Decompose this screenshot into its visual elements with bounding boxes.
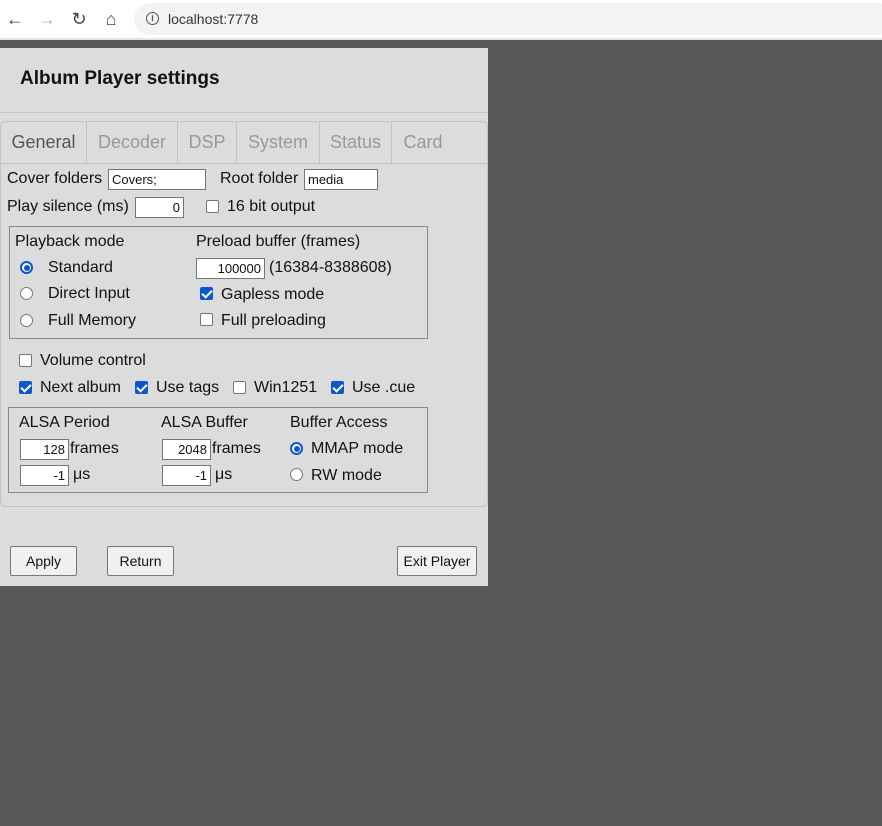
tab-dsp[interactable]: DSP [178, 122, 237, 163]
cover-folders-label: Cover folders [7, 170, 103, 187]
preload-buffer-label: Preload buffer (frames) [196, 233, 361, 250]
alsa-period-us-input[interactable] [20, 465, 69, 486]
play-silence-label: Play silence (ms) [7, 198, 129, 215]
radio-direct-input[interactable] [20, 287, 33, 300]
exit-player-button[interactable]: Exit Player [397, 546, 477, 576]
tab-decoder[interactable]: Decoder [87, 122, 178, 163]
playback-mode-label: Playback mode [15, 233, 125, 250]
rw-mode-label: RW mode [311, 467, 382, 484]
tab-general[interactable]: General [1, 122, 87, 163]
cover-folders-input[interactable] [108, 169, 206, 190]
address-bar[interactable]: i localhost:7778 [134, 3, 882, 35]
preload-range-label: (16384-8388608) [269, 259, 392, 276]
alsa-buffer-frames-input[interactable] [162, 439, 211, 460]
root-folder-label: Root folder [220, 170, 299, 187]
next-album-label: Next album [40, 379, 121, 396]
play-silence-input[interactable] [135, 197, 184, 218]
page-title: Album Player settings [20, 68, 220, 89]
full-preloading-label: Full preloading [221, 312, 326, 329]
alsa-period-frames-input[interactable] [20, 439, 69, 460]
reload-icon[interactable]: ↻ [67, 7, 91, 31]
tab-system[interactable]: System [237, 122, 320, 163]
forward-arrow-icon[interactable]: → [35, 7, 59, 31]
url-text: localhost:7778 [168, 11, 259, 27]
bit16-checkbox[interactable] [206, 200, 219, 213]
use-tags-checkbox[interactable] [135, 381, 148, 394]
toolbar-divider [0, 38, 882, 40]
buffer-access-label: Buffer Access [290, 414, 388, 431]
standard-label: Standard [48, 259, 113, 276]
gapless-label: Gapless mode [221, 286, 325, 303]
use-cue-checkbox[interactable] [331, 381, 344, 394]
settings-panel: Album Player settings General Decoder DS… [0, 48, 488, 586]
full-preloading-checkbox[interactable] [200, 313, 213, 326]
radio-full-memory[interactable] [20, 314, 33, 327]
title-divider [0, 112, 488, 113]
alsa-buffer-us-unit: μs [215, 466, 233, 483]
back-arrow-icon[interactable]: ← [3, 7, 27, 31]
use-cue-label: Use .cue [352, 379, 416, 396]
bit16-label: 16 bit output [227, 198, 316, 215]
alsa-buffer-frames-unit: frames [212, 440, 261, 457]
return-button[interactable]: Return [107, 546, 174, 576]
root-folder-input[interactable] [304, 169, 378, 190]
direct-input-label: Direct Input [48, 285, 130, 302]
tab-bar: General Decoder DSP System Status Card [1, 122, 487, 164]
radio-standard[interactable] [20, 261, 33, 274]
volume-control-label: Volume control [40, 352, 146, 369]
alsa-buffer-us-input[interactable] [162, 465, 211, 486]
info-icon[interactable]: i [146, 12, 159, 25]
apply-button[interactable]: Apply [10, 546, 77, 576]
browser-toolbar: ← → ↻ ⌂ i localhost:7778 [0, 0, 882, 40]
home-icon[interactable]: ⌂ [99, 7, 123, 31]
tab-card[interactable]: Card [392, 122, 454, 163]
full-memory-label: Full Memory [48, 312, 137, 329]
radio-rw-mode[interactable] [290, 468, 303, 481]
win1251-checkbox[interactable] [233, 381, 246, 394]
next-album-checkbox[interactable] [19, 381, 32, 394]
use-tags-label: Use tags [156, 379, 220, 396]
alsa-period-us-unit: μs [73, 466, 91, 483]
alsa-period-label: ALSA Period [19, 414, 110, 431]
tab-container: General Decoder DSP System Status Card C… [0, 121, 488, 507]
win1251-label: Win1251 [254, 379, 318, 396]
tab-status[interactable]: Status [320, 122, 392, 163]
volume-control-checkbox[interactable] [19, 354, 32, 367]
gapless-checkbox[interactable] [200, 287, 213, 300]
radio-mmap-mode[interactable] [290, 442, 303, 455]
preload-buffer-input[interactable] [196, 258, 265, 279]
alsa-period-frames-unit: frames [70, 440, 119, 457]
mmap-mode-label: MMAP mode [311, 440, 404, 457]
alsa-buffer-label: ALSA Buffer [161, 414, 248, 431]
playback-fieldset: Playback mode Standard Direct Input Full… [9, 226, 428, 339]
alsa-fieldset: ALSA Period frames μs ALSA Buffer frames… [8, 407, 428, 493]
